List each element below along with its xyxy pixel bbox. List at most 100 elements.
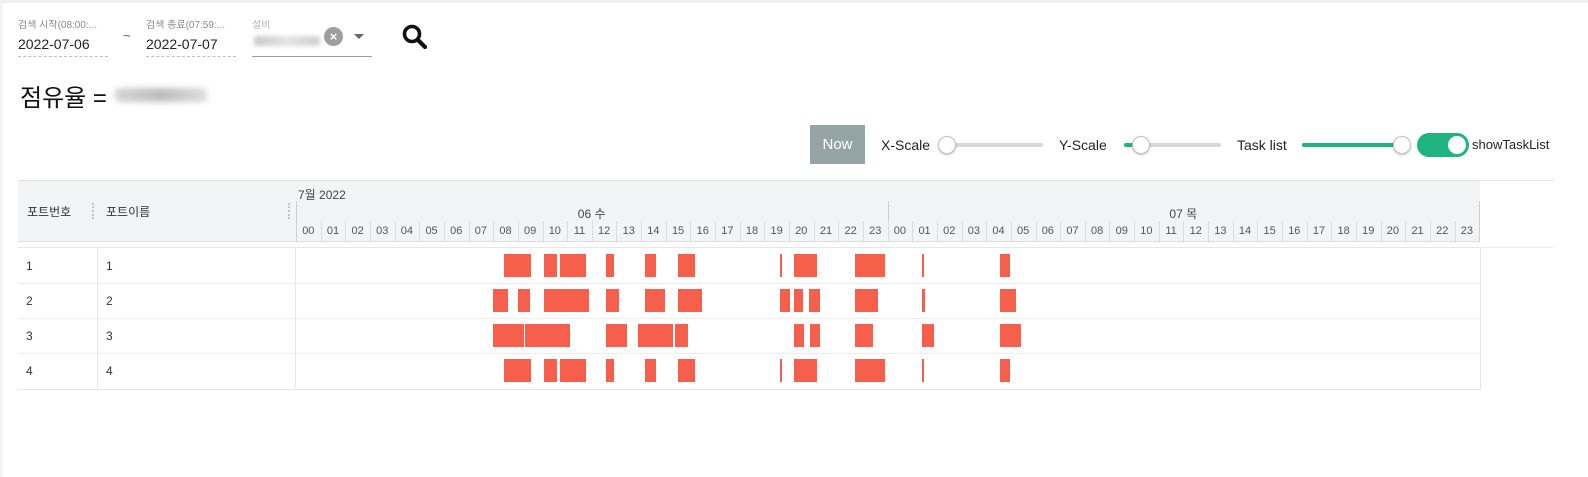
table-row[interactable]: 11 [18,248,1480,284]
equipment-label: 설비 [252,20,271,31]
table-row[interactable]: 44 [18,353,1480,388]
task-bar[interactable] [675,324,689,347]
task-bar[interactable] [677,289,703,312]
day-label: 07 목 [1169,207,1198,221]
task-bar[interactable] [921,359,924,382]
start-date-value[interactable]: 2022-07-06 [18,34,108,54]
hour-label: 00 [893,225,907,237]
task-bar[interactable] [779,289,791,312]
task-bar[interactable] [1000,324,1021,347]
task-bar[interactable] [605,359,615,382]
start-date-field[interactable]: 검색 시작(08:00:... 2022-07-06 [18,20,108,57]
task-bar[interactable] [1000,254,1011,277]
task-bar[interactable] [677,359,696,382]
task-bar[interactable] [647,324,674,347]
task-bar[interactable] [644,254,656,277]
hour-label: 01 [918,225,931,237]
task-bar[interactable] [605,324,627,347]
port-number-cell: 3 [26,329,33,343]
task-list-slider[interactable] [1302,136,1411,154]
search-icon [402,24,428,50]
task-bar[interactable] [677,254,696,277]
month-label: 7월 2022 [298,188,346,202]
caret-down-icon[interactable] [354,34,364,39]
task-bar[interactable] [809,324,820,347]
task-bar[interactable] [543,324,570,347]
port-number-cell: 4 [26,364,33,378]
hour-label: 14 [1238,225,1252,237]
task-list-fill [1302,143,1402,147]
occupancy-label: 점유율 = [20,85,107,112]
now-button[interactable]: Now [810,125,865,164]
task-bar[interactable] [779,359,783,382]
hour-label: 00 [302,225,315,237]
column-port-name: 포트이름 [106,205,151,219]
end-date-field[interactable]: 검색 종료(07:59:... 2022-07-07 [146,20,236,57]
search-button[interactable] [400,22,430,52]
day-label: 06 수 [577,207,606,221]
task-bar[interactable] [855,254,885,277]
table-row[interactable]: 33 [18,318,1480,354]
task-bar[interactable] [493,289,509,312]
x-scale-track [947,143,1043,147]
task-bar[interactable] [855,324,873,347]
hour-label: 18 [745,225,759,237]
task-bar[interactable] [517,289,530,312]
task-bar[interactable] [543,289,565,312]
task-bar[interactable] [605,254,615,277]
task-bar[interactable] [565,289,590,312]
hour-label: 15 [1263,225,1276,237]
hour-label: 04 [400,225,414,237]
task-bar[interactable] [504,359,532,382]
task-bar[interactable] [644,359,656,382]
hour-label: 03 [967,225,980,237]
task-bar[interactable] [921,254,924,277]
task-bar[interactable] [1000,359,1011,382]
task-bar[interactable] [808,289,820,312]
task-bar[interactable] [921,289,925,312]
task-bar[interactable] [504,254,532,277]
task-bar[interactable] [921,324,934,347]
show-task-list-label: showTaskList [1472,137,1550,152]
hour-label: 20 [1386,225,1400,237]
task-bar[interactable] [560,359,587,382]
hour-label: 20 [795,225,808,237]
hour-label: 04 [992,225,1005,237]
column-resize-handle[interactable] [92,203,96,219]
task-bar[interactable] [1000,289,1016,312]
task-bar[interactable] [543,254,557,277]
task-bar[interactable] [793,289,804,312]
show-task-list-toggle[interactable] [1417,133,1469,157]
column-resize-handle[interactable] [288,203,292,219]
task-bar[interactable] [638,324,647,347]
x-scale-thumb[interactable] [938,136,956,154]
task-list-thumb[interactable] [1393,136,1411,154]
end-date-value[interactable]: 2022-07-07 [146,34,236,54]
hour-label: 08 [1091,225,1104,237]
y-scale-slider[interactable] [1124,136,1221,154]
equipment-value-redacted [254,36,320,46]
x-scale-slider[interactable] [938,136,1043,154]
hour-label: 21 [819,225,833,237]
task-bar[interactable] [644,289,665,312]
task-bar[interactable] [543,359,557,382]
task-bar[interactable] [793,359,817,382]
y-scale-label: Y-Scale [1059,137,1107,153]
hour-label: 05 [425,225,438,237]
hour-label: 13 [622,225,635,237]
close-circle-icon[interactable]: × [324,27,343,46]
task-bar[interactable] [779,254,783,277]
y-scale-thumb[interactable] [1132,136,1151,154]
table-row[interactable]: 22 [18,283,1480,319]
task-bar[interactable] [493,324,504,347]
task-bar[interactable] [855,359,885,382]
hour-label: 23 [1460,225,1473,237]
task-bar[interactable] [793,324,804,347]
hour-label: 18 [1337,225,1350,237]
task-bar[interactable] [560,254,587,277]
task-bar[interactable] [504,324,525,347]
task-bar[interactable] [855,289,879,312]
hour-label: 07 [1066,225,1079,237]
task-bar[interactable] [605,289,619,312]
task-bar[interactable] [793,254,817,277]
